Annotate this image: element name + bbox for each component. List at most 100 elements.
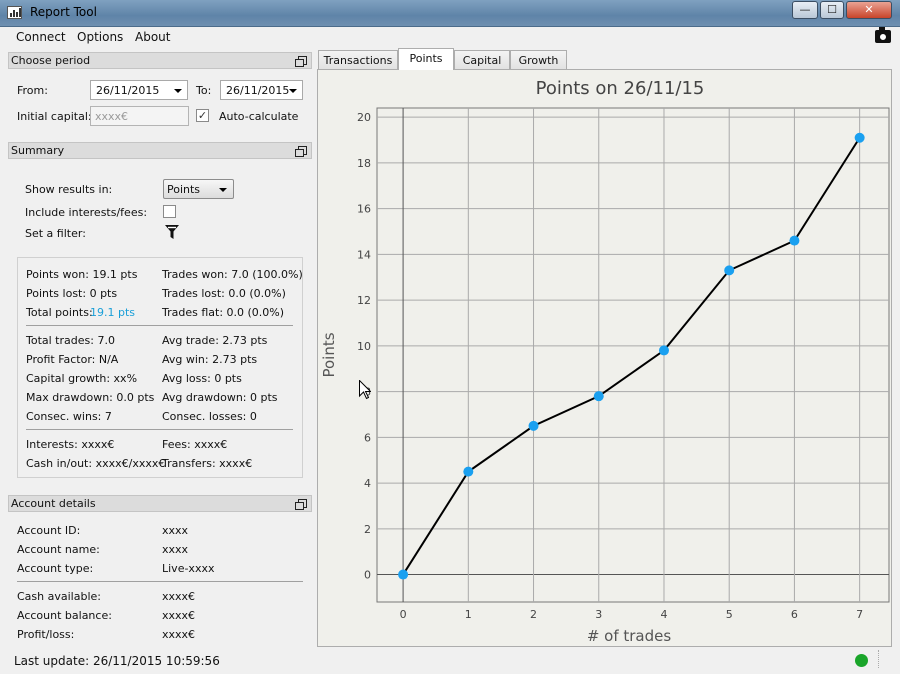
stat-interests: Interests: xxxx€ xyxy=(26,438,115,451)
account-balance-label: Account balance: xyxy=(17,609,112,622)
chart-title: Points on 26/11/15 xyxy=(536,78,705,99)
divider xyxy=(17,581,303,582)
x-tick-label: 7 xyxy=(856,608,863,621)
initial-capital-input[interactable]: xxxx€ xyxy=(90,106,189,126)
undock-icon[interactable] xyxy=(295,146,307,157)
resize-grip-icon[interactable] xyxy=(878,650,892,668)
x-tick-label: 4 xyxy=(660,608,667,621)
choose-period-header: Choose period xyxy=(8,52,312,69)
plot-area xyxy=(376,107,890,603)
account-name-label: Account name: xyxy=(17,543,100,556)
initial-capital-placeholder: xxxx€ xyxy=(95,110,129,123)
set-filter-label: Set a filter: xyxy=(25,227,86,240)
stat-avg-loss: Avg loss: 0 pts xyxy=(162,372,242,385)
mouse-cursor-icon xyxy=(359,380,371,400)
cash-available-value: xxxx€ xyxy=(162,590,196,603)
show-results-select[interactable]: Points xyxy=(163,179,234,199)
stat-cash-in-out: Cash in/out: xxxx€/xxxx€ xyxy=(26,457,166,470)
maximize-button[interactable]: ☐ xyxy=(820,1,844,19)
y-tick-label: 16 xyxy=(357,203,371,216)
stat-capital-growth: Capital growth: xx% xyxy=(26,372,138,385)
include-interests-label: Include interests/fees: xyxy=(25,206,148,219)
profit-loss-value: xxxx€ xyxy=(162,628,196,641)
chevron-down-icon xyxy=(174,89,182,93)
stat-points-won: Points won: 19.1 pts xyxy=(26,268,138,281)
from-date-value: 26/11/2015 xyxy=(96,84,160,97)
undock-icon[interactable] xyxy=(295,499,307,510)
connection-status-icon xyxy=(855,654,868,667)
from-date-picker[interactable]: 26/11/2015 xyxy=(90,80,188,100)
divider xyxy=(26,325,293,326)
to-date-value: 26/11/2015 xyxy=(226,84,290,97)
x-tick-label: 5 xyxy=(726,608,733,621)
y-tick-label: 0 xyxy=(364,569,371,582)
to-label: To: xyxy=(196,84,212,97)
camera-icon[interactable] xyxy=(875,27,891,43)
x-tick-label: 2 xyxy=(530,608,537,621)
y-axis-label: Points xyxy=(320,332,338,377)
data-point xyxy=(854,132,865,143)
minimize-button[interactable]: — xyxy=(792,1,818,19)
divider xyxy=(26,429,293,430)
chevron-down-icon xyxy=(219,188,227,192)
from-label: From: xyxy=(17,84,48,97)
menu-connect[interactable]: Connect xyxy=(16,30,66,44)
tab-transactions[interactable]: Transactions xyxy=(318,50,398,70)
title-bar[interactable]: Report Tool — ☐ ✕ xyxy=(0,0,900,27)
profit-loss-label: Profit/loss: xyxy=(17,628,75,641)
to-date-picker[interactable]: 26/11/2015 xyxy=(220,80,303,100)
include-interests-checkbox[interactable] xyxy=(163,205,176,218)
stat-fees: Fees: xxxx€ xyxy=(162,438,228,451)
stat-transfers: Transfers: xxxx€ xyxy=(162,457,253,470)
initial-capital-label: Initial capital: xyxy=(17,110,92,123)
account-details-title: Account details xyxy=(11,497,96,510)
stat-total-trades: Total trades: 7.0 xyxy=(26,334,115,347)
stat-consec-losses: Consec. losses: 0 xyxy=(162,410,257,423)
y-tick-label: 12 xyxy=(357,294,371,307)
stat-total-points-value: 19.1 pts xyxy=(90,306,136,319)
account-name-value: xxxx xyxy=(162,543,189,556)
stat-consec-wins: Consec. wins: 7 xyxy=(26,410,112,423)
summary-title: Summary xyxy=(11,144,65,157)
tab-capital[interactable]: Capital xyxy=(454,50,510,70)
stat-profit-factor: Profit Factor: N/A xyxy=(26,353,119,366)
x-tick-label: 3 xyxy=(595,608,602,621)
y-tick-label: 10 xyxy=(357,340,371,353)
undock-icon[interactable] xyxy=(295,56,307,67)
chevron-down-icon xyxy=(289,89,297,93)
stat-trades-lost: Trades lost: 0.0 (0.0%) xyxy=(162,287,286,300)
tab-points[interactable]: Points xyxy=(398,48,454,70)
y-tick-label: 4 xyxy=(364,477,371,490)
last-update-status: Last update: 26/11/2015 10:59:56 xyxy=(14,654,220,668)
data-point xyxy=(528,420,539,431)
points-chart[interactable]: 024681012141618200 1 2 3 4 5 6 7Points on 26/11… xyxy=(318,70,893,648)
close-button[interactable]: ✕ xyxy=(846,1,892,19)
choose-period-title: Choose period xyxy=(11,54,91,67)
stat-trades-won: Trades won: 7.0 (100.0%) xyxy=(162,268,303,281)
data-point xyxy=(658,345,669,356)
menu-options[interactable]: Options xyxy=(77,30,123,44)
y-tick-label: 14 xyxy=(357,248,371,261)
stat-trades-flat: Trades flat: 0.0 (0.0%) xyxy=(162,306,285,319)
show-results-label: Show results in: xyxy=(25,183,113,196)
x-tick-label: 1 xyxy=(465,608,472,621)
account-balance-value: xxxx€ xyxy=(162,609,196,622)
auto-calculate-checkbox[interactable]: ✓ xyxy=(196,109,209,122)
data-point xyxy=(789,235,800,246)
filter-icon[interactable] xyxy=(165,225,179,239)
x-tick-label: 6 xyxy=(791,608,798,621)
data-point xyxy=(463,466,474,477)
stat-avg-win: Avg win: 2.73 pts xyxy=(162,353,258,366)
x-tick-label: 0 xyxy=(400,608,407,621)
stat-avg-drawdown: Avg drawdown: 0 pts xyxy=(162,391,278,404)
account-type-value: Live-xxxx xyxy=(162,562,215,575)
account-details-header: Account details xyxy=(8,495,312,512)
tab-growth[interactable]: Growth xyxy=(510,50,567,70)
account-type-label: Account type: xyxy=(17,562,94,575)
menu-about[interactable]: About xyxy=(135,30,170,44)
account-id-value: xxxx xyxy=(162,524,189,537)
stat-max-drawdown: Max drawdown: 0.0 pts xyxy=(26,391,155,404)
show-results-value: Points xyxy=(167,183,201,196)
stat-avg-trade: Avg trade: 2.73 pts xyxy=(162,334,268,347)
y-tick-label: 6 xyxy=(364,431,371,444)
